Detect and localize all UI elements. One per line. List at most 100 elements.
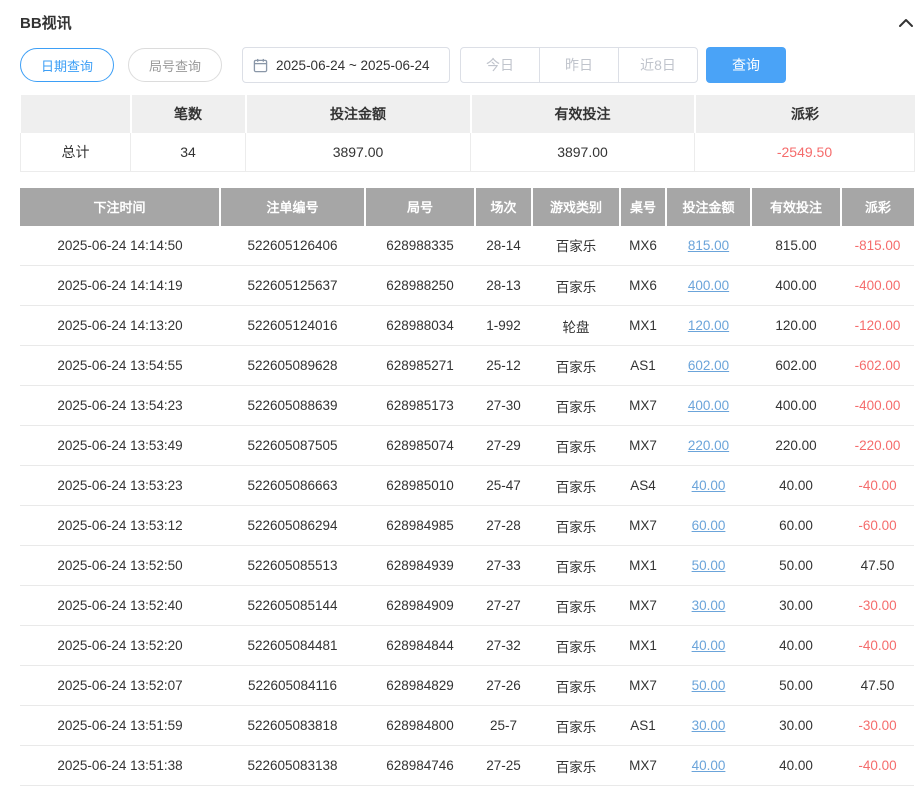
- bet-amount-link[interactable]: 60.00: [692, 518, 726, 533]
- round-no-cell: 628985173: [365, 386, 475, 426]
- payout-cell: -815.00: [841, 226, 914, 266]
- bet-amount-link[interactable]: 40.00: [692, 638, 726, 653]
- table-row: 2025-06-24 14:14:19522605125637628988250…: [20, 266, 914, 306]
- round-no-cell: 628985010: [365, 466, 475, 506]
- payout-cell: -40.00: [841, 466, 914, 506]
- payout-cell: -120.00: [841, 306, 914, 346]
- session-cell: 1-992: [475, 306, 532, 346]
- bet-amount-cell: 120.00: [666, 306, 751, 346]
- table-row: 2025-06-24 13:52:20522605084481628984844…: [20, 626, 914, 666]
- game-type-cell: 百家乐: [532, 266, 620, 306]
- summary-table: 笔数 投注金额 有效投注 派彩 总计 34 3897.00 3897.00 -2…: [20, 95, 915, 172]
- session-cell: 28-14: [475, 226, 532, 266]
- bet-amount-link[interactable]: 40.00: [692, 478, 726, 493]
- game-type-cell: 百家乐: [532, 666, 620, 706]
- payout-cell: -220.00: [841, 426, 914, 466]
- bet-amount-link[interactable]: 30.00: [692, 718, 726, 733]
- bet-slip-no-cell: 522605084481: [220, 626, 365, 666]
- summary-header-count: 笔数: [131, 95, 246, 133]
- bet-amount-cell: 30.00: [666, 586, 751, 626]
- table-no-cell: MX1: [620, 546, 666, 586]
- bet-slip-no-cell: 522605125637: [220, 266, 365, 306]
- valid-bet-cell: 50.00: [751, 666, 841, 706]
- table-row: 2025-06-24 13:51:38522605083138628984746…: [20, 746, 914, 786]
- valid-bet-cell: 40.00: [751, 466, 841, 506]
- summary-payout-value: -2549.50: [695, 133, 915, 171]
- round-no-cell: 628985074: [365, 426, 475, 466]
- table-no-cell: MX7: [620, 666, 666, 706]
- game-type-cell: 百家乐: [532, 226, 620, 266]
- chevron-up-icon: [898, 18, 914, 28]
- bet-slip-no-cell: 522605124016: [220, 306, 365, 346]
- bet-slip-no-cell: 522605084116: [220, 666, 365, 706]
- bet-amount-link[interactable]: 40.00: [692, 758, 726, 773]
- bet-time-cell: 2025-06-24 13:53:12: [20, 506, 220, 546]
- table-no-cell: MX1: [620, 626, 666, 666]
- round-query-tab[interactable]: 局号查询: [128, 48, 222, 82]
- payout-cell: -30.00: [841, 586, 914, 626]
- game-type-cell: 百家乐: [532, 506, 620, 546]
- bet-amount-link[interactable]: 30.00: [692, 598, 726, 613]
- bet-amount-link[interactable]: 220.00: [688, 438, 729, 453]
- header-bet-time: 下注时间: [20, 188, 220, 226]
- bet-amount-link[interactable]: 602.00: [688, 358, 729, 373]
- table-no-cell: MX7: [620, 746, 666, 786]
- table-no-cell: MX6: [620, 226, 666, 266]
- table-row: 2025-06-24 13:52:40522605085144628984909…: [20, 586, 914, 626]
- bet-table-header-row: 下注时间 注单编号 局号 场次 游戏类别 桌号 投注金额 有效投注 派彩: [20, 188, 914, 226]
- valid-bet-cell: 40.00: [751, 746, 841, 786]
- header-session: 场次: [475, 188, 532, 226]
- summary-bet-amount-value: 3897.00: [246, 133, 471, 171]
- bet-amount-link[interactable]: 120.00: [688, 318, 729, 333]
- filter-bar: 日期查询 局号查询 2025-06-24 ~ 2025-06-24 今日 昨日 …: [20, 47, 914, 83]
- header-table-no: 桌号: [620, 188, 666, 226]
- bet-slip-no-cell: 522605086663: [220, 466, 365, 506]
- valid-bet-cell: 50.00: [751, 546, 841, 586]
- bet-amount-link[interactable]: 400.00: [688, 278, 729, 293]
- bet-amount-link[interactable]: 50.00: [692, 558, 726, 573]
- table-row: 2025-06-24 13:53:12522605086294628984985…: [20, 506, 914, 546]
- last-8-days-button[interactable]: 近8日: [618, 47, 698, 83]
- bet-time-cell: 2025-06-24 13:52:20: [20, 626, 220, 666]
- session-cell: 27-27: [475, 586, 532, 626]
- yesterday-button[interactable]: 昨日: [539, 47, 619, 83]
- table-row: 2025-06-24 13:54:23522605088639628985173…: [20, 386, 914, 426]
- table-no-cell: MX7: [620, 506, 666, 546]
- table-row: 2025-06-24 13:52:07522605084116628984829…: [20, 666, 914, 706]
- table-row: 2025-06-24 14:13:20522605124016628988034…: [20, 306, 914, 346]
- valid-bet-cell: 602.00: [751, 346, 841, 386]
- query-button[interactable]: 查询: [706, 47, 786, 83]
- table-no-cell: MX6: [620, 266, 666, 306]
- header-bet-amount: 投注金额: [666, 188, 751, 226]
- round-no-cell: 628984909: [365, 586, 475, 626]
- header-bet-slip-no: 注单编号: [220, 188, 365, 226]
- date-query-tab[interactable]: 日期查询: [20, 48, 114, 82]
- quick-range-group: 今日 昨日 近8日: [460, 47, 698, 83]
- payout-cell: 47.50: [841, 546, 914, 586]
- bet-time-cell: 2025-06-24 13:53:23: [20, 466, 220, 506]
- payout-cell: -60.00: [841, 506, 914, 546]
- page-title: BB视讯: [20, 12, 72, 33]
- bet-slip-no-cell: 522605086294: [220, 506, 365, 546]
- calendar-icon: [253, 58, 268, 73]
- bet-time-cell: 2025-06-24 14:13:20: [20, 306, 220, 346]
- bet-amount-link[interactable]: 50.00: [692, 678, 726, 693]
- session-cell: 27-30: [475, 386, 532, 426]
- date-range-picker[interactable]: 2025-06-24 ~ 2025-06-24: [242, 47, 450, 83]
- bet-amount-cell: 40.00: [666, 626, 751, 666]
- collapse-panel-button[interactable]: [898, 18, 914, 28]
- date-range-value: 2025-06-24 ~ 2025-06-24: [276, 58, 430, 73]
- payout-cell: -602.00: [841, 346, 914, 386]
- bet-amount-link[interactable]: 815.00: [688, 238, 729, 253]
- bet-time-cell: 2025-06-24 13:52:50: [20, 546, 220, 586]
- bet-slip-no-cell: 522605085144: [220, 586, 365, 626]
- today-button[interactable]: 今日: [460, 47, 540, 83]
- valid-bet-cell: 815.00: [751, 226, 841, 266]
- summary-total-label: 总计: [21, 133, 131, 171]
- bet-time-cell: 2025-06-24 13:54:55: [20, 346, 220, 386]
- bet-slip-no-cell: 522605089628: [220, 346, 365, 386]
- table-row: 2025-06-24 13:53:23522605086663628985010…: [20, 466, 914, 506]
- bet-amount-link[interactable]: 400.00: [688, 398, 729, 413]
- payout-cell: -30.00: [841, 706, 914, 746]
- bet-time-cell: 2025-06-24 13:53:49: [20, 426, 220, 466]
